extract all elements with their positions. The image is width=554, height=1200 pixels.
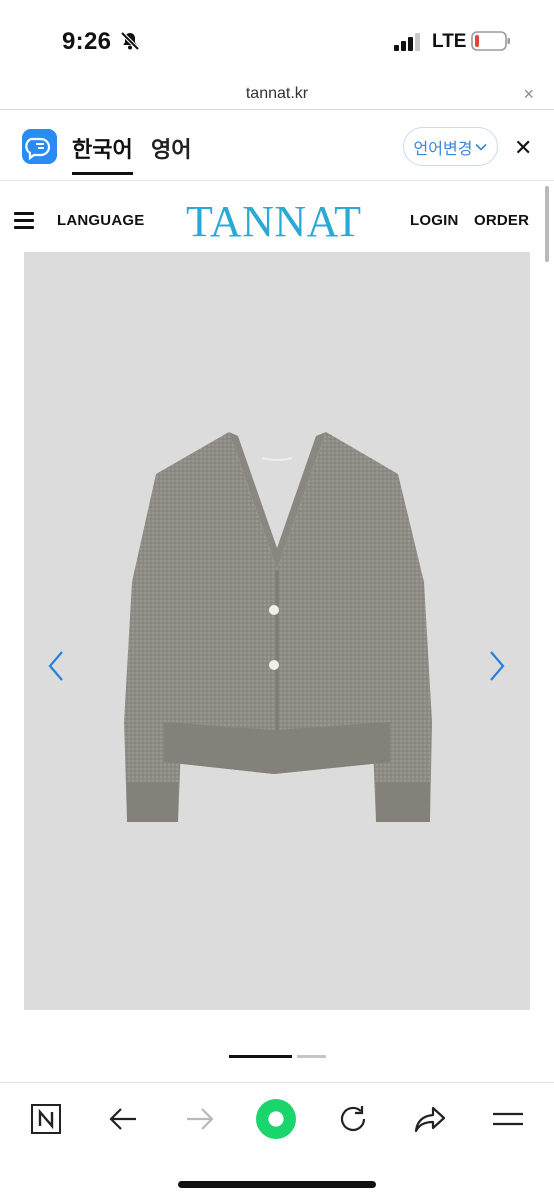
battery-icon	[471, 31, 510, 51]
change-language-button[interactable]: 언어변경	[403, 127, 498, 166]
signal-icon	[394, 33, 420, 51]
network-label: LTE	[432, 31, 467, 52]
reload-icon[interactable]	[333, 1099, 373, 1139]
status-time: 9:26	[62, 28, 112, 55]
bell-muted-icon	[120, 31, 140, 51]
carousel-page-indicator-active[interactable]	[229, 1055, 292, 1058]
status-bar: 9:26 LTE	[0, 0, 554, 78]
translate-app-icon	[22, 129, 57, 164]
chevron-right-icon[interactable]	[487, 650, 507, 682]
chevron-left-icon[interactable]	[46, 650, 66, 682]
chevron-down-icon	[475, 143, 488, 151]
back-arrow-icon[interactable]	[103, 1099, 143, 1139]
translate-close-icon[interactable]: ✕	[514, 135, 532, 161]
product-image[interactable]	[24, 252, 530, 1010]
change-language-label: 언어변경	[413, 140, 473, 158]
tab-english[interactable]: 영어	[151, 132, 191, 164]
login-link[interactable]: LOGIN	[410, 212, 459, 229]
naver-icon[interactable]	[26, 1099, 66, 1139]
url-bar[interactable]: tannat.kr ×	[0, 78, 554, 110]
carousel-page-indicator[interactable]	[297, 1055, 326, 1058]
url-close-icon[interactable]: ×	[523, 84, 534, 105]
forward-arrow-icon[interactable]	[180, 1099, 220, 1139]
menu-icon[interactable]	[488, 1099, 528, 1139]
cardigan-image	[124, 432, 432, 822]
order-link[interactable]: ORDER	[474, 212, 529, 229]
url-text[interactable]: tannat.kr	[0, 85, 554, 103]
language-link[interactable]: LANGUAGE	[57, 212, 144, 229]
site-logo[interactable]: TANNAT	[186, 196, 361, 247]
tab-korean[interactable]: 한국어	[72, 132, 133, 175]
site-header: LANGUAGE TANNAT LOGIN ORDER	[0, 182, 554, 254]
green-home-icon[interactable]	[256, 1099, 296, 1139]
share-icon[interactable]	[410, 1099, 450, 1139]
scrollbar[interactable]	[545, 186, 549, 262]
hamburger-menu-icon[interactable]	[14, 212, 34, 229]
translate-bar: 한국어 영어 언어변경 ✕	[0, 111, 554, 181]
home-indicator	[178, 1181, 376, 1188]
